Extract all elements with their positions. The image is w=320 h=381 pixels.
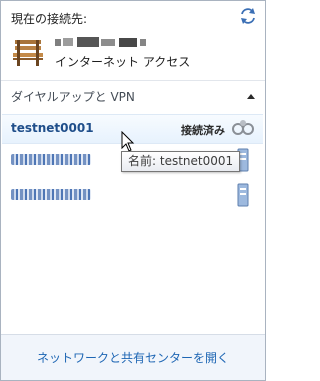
section-title: ダイヤルアップと VPN	[11, 90, 135, 104]
chevron-up-icon[interactable]	[247, 93, 255, 99]
connection-status: 接続済み	[181, 124, 225, 137]
bench-icon	[13, 40, 43, 66]
dialup-vpn-section-header[interactable]: ダイヤルアップと VPN	[1, 85, 265, 107]
connection-tooltip: 名前: testnet0001	[121, 151, 241, 172]
open-network-sharing-center-link[interactable]: ネットワークと共有センターを開く	[1, 349, 265, 366]
connection-row[interactable]	[2, 181, 263, 209]
dialup-connection-icon	[232, 120, 254, 135]
footer: ネットワークと共有センターを開く	[1, 334, 265, 380]
server-icon	[237, 183, 249, 207]
refresh-icon[interactable]	[239, 7, 257, 25]
current-connection-label: 現在の接続先:	[11, 12, 88, 26]
section-divider	[1, 80, 265, 81]
connection-name-blurred	[11, 189, 91, 200]
connection-name: testnet0001	[11, 121, 94, 135]
mouse-cursor-icon	[121, 131, 135, 152]
current-connection-status: インターネット アクセス	[55, 55, 191, 69]
current-network-name	[55, 37, 146, 47]
network-flyout: 現在の接続先: インターネット アクセス ダイヤルアップと VPN testne…	[0, 0, 266, 381]
connection-name-blurred	[11, 154, 91, 165]
